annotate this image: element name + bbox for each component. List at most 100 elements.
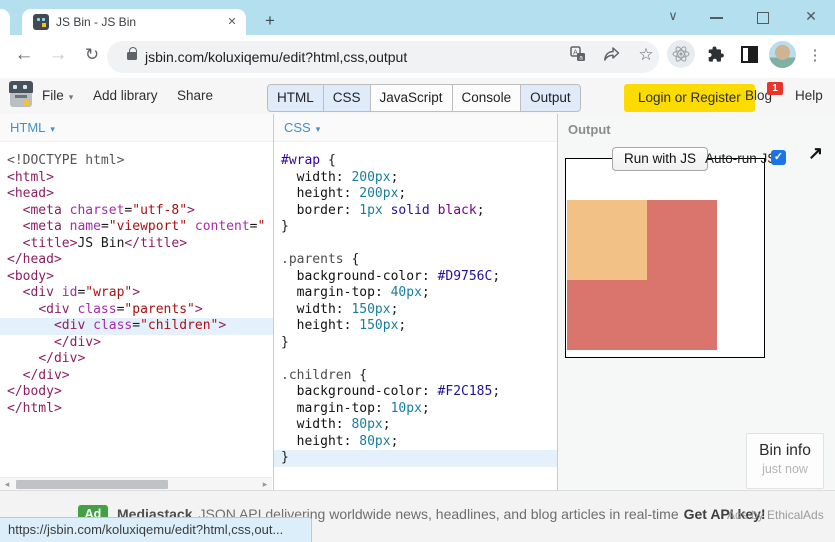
browser-titlebar: JS Bin - JS Bin ✕ + ∨ ✕ bbox=[0, 0, 835, 35]
code-line[interactable]: <div id="wrap"> bbox=[0, 285, 273, 302]
bookmark-star-icon[interactable]: ☆ bbox=[636, 43, 656, 67]
bin-info-time: just now bbox=[762, 462, 808, 476]
css-panel-dropdown[interactable]: CSS ▾ bbox=[284, 114, 320, 141]
code-line[interactable]: <meta charset="utf-8"> bbox=[0, 203, 273, 220]
caret-down-icon: ▾ bbox=[50, 124, 55, 134]
code-line[interactable]: .children { bbox=[274, 368, 557, 385]
maximize-button[interactable] bbox=[757, 12, 769, 24]
output-wrap-box bbox=[565, 158, 765, 358]
minimize-button[interactable] bbox=[710, 17, 723, 19]
code-line[interactable]: <body> bbox=[0, 269, 273, 286]
menu-item-share[interactable]: Share bbox=[177, 78, 213, 114]
scroll-right-icon[interactable]: ▸ bbox=[259, 478, 271, 490]
forward-button[interactable]: → bbox=[47, 44, 69, 66]
caret-down-icon: ▾ bbox=[315, 124, 321, 134]
autorun-checkbox[interactable]: ✓ bbox=[771, 150, 786, 165]
extensions-puzzle-icon[interactable] bbox=[707, 45, 725, 68]
profile-avatar[interactable] bbox=[769, 41, 796, 68]
scroll-left-icon[interactable]: ◂ bbox=[1, 478, 13, 490]
code-line[interactable]: <div class="parents"> bbox=[0, 302, 273, 319]
jsbin-logo-icon[interactable] bbox=[9, 81, 33, 109]
scrollbar-thumb[interactable] bbox=[16, 480, 168, 489]
code-line[interactable]: background-color: #D9756C; bbox=[274, 269, 557, 286]
code-line[interactable]: <html> bbox=[0, 170, 273, 187]
open-output-window-icon[interactable]: ↗ bbox=[808, 143, 823, 164]
code-line[interactable]: width: 150px; bbox=[274, 302, 557, 319]
url-text[interactable]: jsbin.com/koluxiqemu/edit?html,css,outpu… bbox=[145, 41, 407, 73]
tab-javascript[interactable]: JavaScript bbox=[369, 84, 453, 112]
tab-output[interactable]: Output bbox=[520, 84, 581, 112]
back-button[interactable]: ← bbox=[13, 44, 35, 66]
bin-info-title: Bin info bbox=[759, 442, 811, 459]
code-line[interactable]: </body> bbox=[0, 384, 273, 401]
menu-item-add-library[interactable]: Add library bbox=[93, 78, 158, 114]
code-line[interactable]: border: 1px solid black; bbox=[274, 203, 557, 220]
share-icon[interactable] bbox=[603, 46, 621, 67]
code-line[interactable]: <head> bbox=[0, 186, 273, 203]
split-screen-extension-icon[interactable] bbox=[741, 46, 758, 63]
browser-window: JS Bin - JS Bin ✕ + ∨ ✕ ← → ↻ jsbin.com/… bbox=[0, 0, 835, 542]
tab-console[interactable]: Console bbox=[451, 84, 522, 112]
autorun-js-label: Auto-run JS bbox=[705, 151, 777, 166]
html-horizontal-scrollbar[interactable]: ◂ ▸ bbox=[0, 477, 272, 490]
code-line[interactable]: </head> bbox=[0, 252, 273, 269]
svg-text:a: a bbox=[579, 55, 583, 62]
tab-html[interactable]: HTML bbox=[267, 84, 324, 112]
html-editor-panel: HTML ▾ <!DOCTYPE html> <html> <head> <meta … bbox=[0, 114, 274, 490]
code-line[interactable]: height: 150px; bbox=[274, 318, 557, 335]
code-line[interactable]: width: 200px; bbox=[274, 170, 557, 187]
run-with-js-button[interactable]: Run with JS bbox=[612, 147, 709, 171]
code-line[interactable]: #wrap { bbox=[274, 153, 557, 170]
code-line[interactable]: } bbox=[274, 335, 557, 352]
browser-tab[interactable]: JS Bin - JS Bin ✕ bbox=[22, 9, 246, 35]
status-bar-url: https://jsbin.com/koluxiqemu/edit?html,c… bbox=[0, 517, 312, 542]
code-line[interactable]: margin-top: 40px; bbox=[274, 285, 557, 302]
html-panel-dropdown[interactable]: HTML ▾ bbox=[10, 114, 55, 141]
code-line[interactable]: <!DOCTYPE html> bbox=[0, 153, 273, 170]
code-line[interactable]: <meta name="viewport" content=" bbox=[0, 219, 273, 236]
code-line[interactable] bbox=[274, 351, 557, 368]
css-editor-panel: CSS ▾ #wrap { width: 200px; height: 200px… bbox=[274, 114, 558, 490]
code-line[interactable]: } bbox=[274, 219, 557, 236]
tab-title: JS Bin - JS Bin bbox=[56, 15, 137, 29]
code-line[interactable]: <div class="children"> bbox=[0, 318, 273, 335]
jsbin-panel-tabs: HTML CSS JavaScript Console Output bbox=[267, 84, 581, 112]
new-tab-button[interactable]: + bbox=[261, 12, 279, 30]
help-link[interactable]: Help bbox=[795, 78, 823, 114]
code-line[interactable]: background-color: #F2C185; bbox=[274, 384, 557, 401]
html-code[interactable]: <!DOCTYPE html> <html> <head> <meta charse… bbox=[0, 141, 273, 490]
login-register-button[interactable]: Login or Register bbox=[624, 84, 755, 112]
code-line[interactable]: </html> bbox=[0, 401, 273, 418]
css-panel-header: CSS ▾ bbox=[274, 114, 557, 142]
jsbin-toolbar: File ▾ Add library Share HTML CSS JavaScrip… bbox=[0, 78, 835, 115]
window-close-button[interactable]: ✕ bbox=[802, 8, 820, 25]
code-line[interactable]: margin-top: 10px; bbox=[274, 401, 557, 418]
atom-extension-icon[interactable] bbox=[667, 40, 695, 68]
menu-item-file[interactable]: File ▾ bbox=[42, 78, 73, 114]
output-children-box bbox=[567, 200, 647, 280]
reload-button[interactable]: ↻ bbox=[81, 44, 103, 66]
browser-menu-icon[interactable]: ⋮ bbox=[807, 43, 823, 69]
code-line[interactable]: height: 80px; bbox=[274, 434, 557, 451]
jsbin-favicon-icon bbox=[33, 14, 49, 30]
bin-info-panel[interactable]: Bin info just now bbox=[746, 433, 824, 489]
ad-attribution-link[interactable]: Ads by EthicalAds bbox=[727, 508, 824, 522]
code-line[interactable]: height: 200px; bbox=[274, 186, 557, 203]
output-panel-label: Output bbox=[568, 122, 611, 137]
code-line[interactable]: </div> bbox=[0, 351, 273, 368]
css-code[interactable]: #wrap { width: 200px; height: 200px; bor… bbox=[274, 141, 557, 490]
code-line[interactable]: } bbox=[274, 450, 557, 467]
code-line[interactable]: </div> bbox=[0, 368, 273, 385]
tab-search-chevron-icon[interactable]: ∨ bbox=[664, 8, 682, 24]
browser-toolbar: ← → ↻ jsbin.com/koluxiqemu/edit?html,css… bbox=[0, 35, 835, 79]
tab-close-icon[interactable]: ✕ bbox=[224, 14, 240, 30]
output-panel: Output Run with JS Auto-run JS ✓ ↗ Bin i… bbox=[558, 114, 835, 490]
code-line[interactable]: .parents { bbox=[274, 252, 557, 269]
code-line[interactable]: </div> bbox=[0, 335, 273, 352]
blog-notification-badge: 1 bbox=[767, 82, 783, 95]
code-line[interactable] bbox=[274, 236, 557, 253]
code-line[interactable]: width: 80px; bbox=[274, 417, 557, 434]
tab-css[interactable]: CSS bbox=[322, 84, 371, 112]
translate-icon[interactable]: Aa bbox=[570, 46, 586, 67]
code-line[interactable]: <title>JS Bin</title> bbox=[0, 236, 273, 253]
